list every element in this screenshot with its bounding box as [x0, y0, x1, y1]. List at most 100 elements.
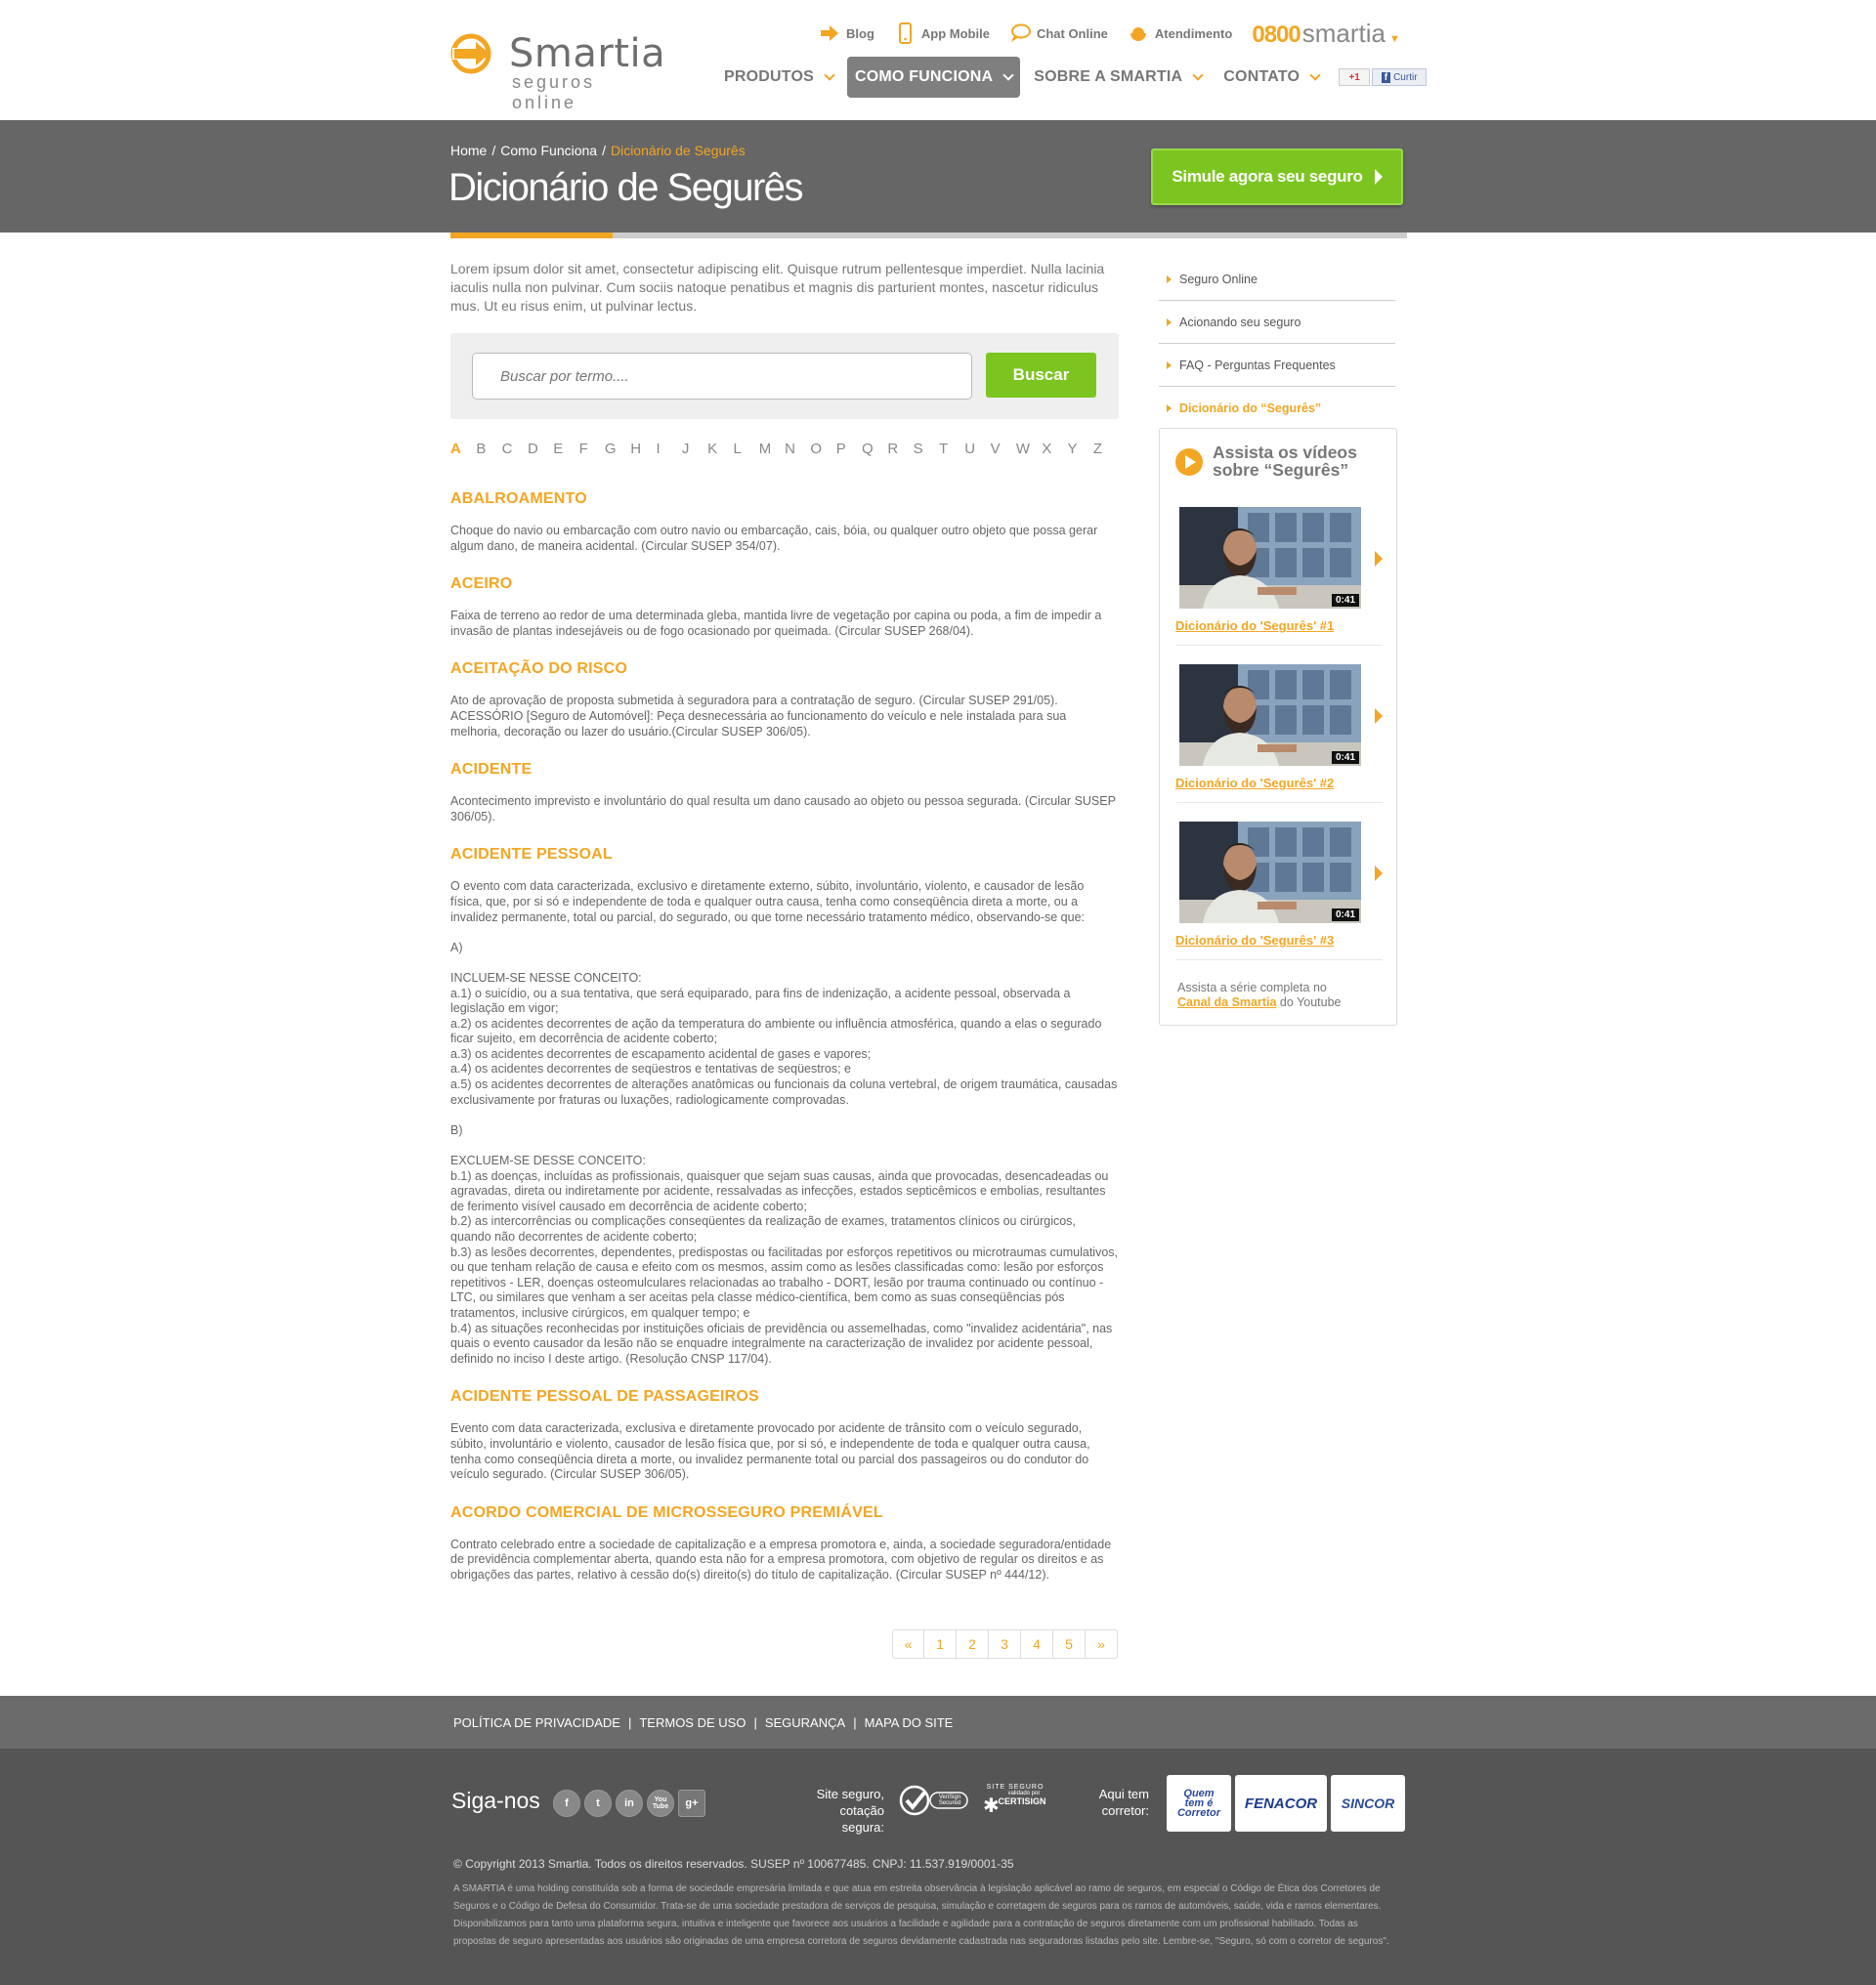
letter-filter-q[interactable]: Q: [862, 441, 887, 457]
pager-page-4[interactable]: 4: [1021, 1629, 1053, 1659]
googleplus-icon[interactable]: g+: [678, 1790, 705, 1817]
pager-next[interactable]: »: [1086, 1629, 1118, 1659]
letter-filter-l[interactable]: L: [733, 441, 758, 457]
youtube-channel-link[interactable]: Canal da Smartia: [1177, 995, 1276, 1009]
letter-filter-b[interactable]: B: [476, 441, 501, 457]
video-title-link[interactable]: Dicionário do 'Segurês' #1: [1175, 618, 1383, 646]
breadcrumb-como-funciona[interactable]: Como Funciona: [500, 143, 597, 158]
pager-prev[interactable]: «: [892, 1629, 924, 1659]
glossary-entry: ACEITAÇÃO DO RISCO Ato de aprovação de pr…: [450, 660, 1119, 739]
letter-filter-u[interactable]: U: [964, 441, 990, 457]
footer-link[interactable]: MAPA DO SITE: [865, 1715, 954, 1730]
pager-page-1[interactable]: 1: [924, 1629, 957, 1659]
letter-filter-s[interactable]: S: [914, 441, 939, 457]
letter-filter-j[interactable]: J: [682, 441, 707, 457]
footer-link[interactable]: TERMOS DE USO: [639, 1715, 746, 1730]
letter-filter-o[interactable]: O: [810, 441, 835, 457]
fenacor-badge[interactable]: FENACOR: [1235, 1775, 1327, 1832]
entry-term: ACORDO COMERCIAL DE MICROSSEGURO PREMIÁV…: [450, 1503, 883, 1521]
facebook-icon[interactable]: f: [553, 1790, 580, 1817]
phone-number[interactable]: 0800 smartia ▼: [1252, 19, 1400, 49]
gplus-label: +1: [1348, 71, 1360, 83]
glossary-entries: ABALROAMENTO Choque do navio ou embarcaçã…: [450, 490, 1119, 1584]
letter-filter-z[interactable]: Z: [1093, 441, 1119, 457]
pager-page-3[interactable]: 3: [989, 1629, 1021, 1659]
nav-contato-label: CONTATO: [1223, 68, 1300, 85]
letter-filter-n[interactable]: N: [785, 441, 810, 457]
social-icons: f t in You Tube g+: [553, 1790, 709, 1817]
simulate-button[interactable]: Simule agora seu seguro: [1151, 148, 1403, 205]
letter-filter-m[interactable]: M: [759, 441, 785, 457]
search-input[interactable]: [472, 353, 972, 400]
logo-wordmark: Smartia: [509, 31, 666, 76]
nav-como-funciona-label: COMO FUNCIONA: [854, 68, 994, 85]
breadcrumb-home[interactable]: Home: [450, 143, 487, 158]
linkedin-icon[interactable]: in: [616, 1790, 643, 1817]
breadcrumb-separator: /: [602, 143, 606, 158]
footer-link[interactable]: POLÍTICA DE PRIVACIDADE: [453, 1715, 620, 1730]
letter-filter-e[interactable]: E: [553, 441, 578, 457]
copyright: © Copyright 2013 Smartia. Todos os direi…: [453, 1857, 1014, 1871]
letter-filter-d[interactable]: D: [528, 441, 553, 457]
letter-filter-x[interactable]: X: [1042, 441, 1067, 457]
video-title-link[interactable]: Dicionário do 'Segurês' #2: [1175, 776, 1383, 803]
nav-sobre-a-smartia[interactable]: SOBRE A SMARTIA: [1026, 57, 1210, 98]
letter-filter-a[interactable]: A: [450, 441, 476, 457]
letter-filter-p[interactable]: P: [836, 441, 862, 457]
pager-page-2[interactable]: 2: [957, 1629, 989, 1659]
app-mobile-link[interactable]: App Mobile: [894, 22, 990, 44]
quem-tem-corretor-label: Quem tem é Corretor: [1176, 1788, 1220, 1819]
sincor-badge[interactable]: SINCOR: [1331, 1775, 1405, 1832]
video-item: 0:41 Dicionário do 'Segurês' #1: [1175, 507, 1383, 646]
twitter-icon[interactable]: t: [584, 1790, 612, 1817]
sidebar-link[interactable]: Dicionário do “Segurês”: [1159, 387, 1395, 430]
letter-filter-i[interactable]: I: [657, 441, 682, 457]
atendimento-link[interactable]: Atendimento: [1128, 22, 1232, 44]
secure-site-line2: cotação segura:: [839, 1803, 884, 1835]
sidebar-link[interactable]: FAQ - Perguntas Frequentes: [1159, 344, 1395, 387]
letter-filter-g[interactable]: G: [605, 441, 630, 457]
letter-filter-c[interactable]: C: [502, 441, 528, 457]
letter-filter-f[interactable]: F: [579, 441, 605, 457]
sidebar-link[interactable]: Seguro Online: [1159, 258, 1395, 301]
nav-como-funciona[interactable]: COMO FUNCIONA: [846, 57, 1021, 98]
footer-link[interactable]: SEGURANÇA: [765, 1715, 845, 1730]
gplus-button[interactable]: +1: [1339, 68, 1371, 86]
letter-filter-v[interactable]: V: [991, 441, 1016, 457]
play-arrow-icon[interactable]: [1375, 708, 1383, 724]
entry-term: ABALROAMENTO: [450, 490, 587, 507]
blog-link[interactable]: Blog: [819, 22, 874, 44]
chat-online-label: Chat Online: [1036, 25, 1108, 41]
letter-filter-h[interactable]: H: [630, 441, 656, 457]
intro-text: Lorem ipsum dolor sit amet, consectetur …: [450, 261, 1105, 314]
youtube-icon[interactable]: You Tube: [647, 1790, 674, 1817]
video-thumbnail[interactable]: 0:41: [1179, 507, 1361, 609]
letter-filter-r[interactable]: R: [887, 441, 913, 457]
sincor-label: SINCOR: [1341, 1795, 1395, 1811]
broker-text: Aqui tem corretor:: [1083, 1786, 1149, 1819]
play-arrow-icon[interactable]: [1375, 866, 1383, 881]
video-thumbnail[interactable]: 0:41: [1179, 822, 1361, 923]
videos-title-line2: sobre “Segurês”: [1213, 460, 1349, 480]
videos-header: Assista os vídeos sobre “Segurês”: [1175, 443, 1357, 479]
pager-page-5[interactable]: 5: [1053, 1629, 1086, 1659]
entry-term: ACIDENTE PESSOAL: [450, 846, 613, 864]
video-duration: 0:41: [1331, 751, 1359, 764]
nav-sobre-label: SOBRE A SMARTIA: [1034, 68, 1183, 85]
facebook-like-button[interactable]: f Curtir: [1372, 68, 1428, 86]
quem-tem-corretor-badge[interactable]: Quem tem é Corretor: [1167, 1775, 1231, 1832]
letter-filter-y[interactable]: Y: [1068, 441, 1093, 457]
letter-filter-t[interactable]: T: [939, 441, 964, 457]
video-title-link[interactable]: Dicionário do 'Segurês' #3: [1175, 933, 1383, 960]
search-button[interactable]: Buscar: [986, 353, 1096, 398]
entry-term: ACEITAÇÃO DO RISCO: [450, 660, 628, 678]
nav-contato[interactable]: CONTATO: [1215, 57, 1327, 98]
sidebar-link[interactable]: Acionando seu seguro: [1159, 301, 1395, 344]
video-thumbnail[interactable]: 0:41: [1179, 664, 1361, 766]
nav-produtos[interactable]: PRODUTOS: [716, 57, 841, 98]
smartia-logo[interactable]: Smartia seguros online: [450, 29, 666, 112]
letter-filter-w[interactable]: W: [1016, 441, 1042, 457]
letter-filter-k[interactable]: K: [707, 441, 733, 457]
play-arrow-icon[interactable]: [1375, 551, 1383, 567]
chat-online-link[interactable]: Chat Online: [1009, 22, 1108, 44]
